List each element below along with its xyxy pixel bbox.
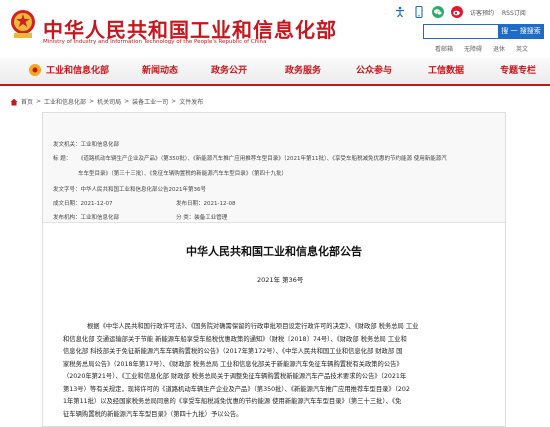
site-header: 中华人民共和国工业和信息化部 Ministry of Industry and … bbox=[0, 0, 550, 58]
nav-item-special-topics[interactable]: 专题专栏 bbox=[500, 58, 536, 84]
meta-author: 发布机构：工业和信息化部 bbox=[53, 213, 119, 221]
breadcrumb-documents[interactable]: 文件发布 bbox=[179, 97, 203, 106]
meta-issuer-value: 工业和信息化部 bbox=[80, 142, 120, 148]
meta-subject-label: 标 题： bbox=[53, 156, 72, 162]
visitor-booking-link[interactable]: 访客预约 bbox=[470, 8, 494, 17]
body-line: （2020年第21号）、《工业和信息化部 财政部 税务总局关于调整免征车辆购置税… bbox=[63, 373, 407, 380]
body-line: 征车辆购置税的新能源汽车车型目录》（第四十九批）予以公告。 bbox=[63, 410, 243, 418]
breadcrumb-ministry[interactable]: 工业和信息化部 bbox=[44, 97, 86, 106]
meta-issuer: 发文机关：工业和信息化部 bbox=[53, 140, 119, 148]
nav-item-data[interactable]: 工信数据 bbox=[428, 58, 464, 84]
meta-subject-cont: 车车型目录》（第三十三批）、《免征车辆购置税的新能源汽车车型目录》（第四十九批） bbox=[78, 171, 288, 177]
body-line: 信息化部 科技部关于免征新能源汽车车辆购置税的公告》（2017年第172号）、《… bbox=[63, 348, 403, 355]
rss-link[interactable]: RSS订阅 bbox=[502, 8, 526, 17]
document-body: 根据《中华人民共和国行政许可法》、《国务院对确需保留的行政审批项目设定行政许可的… bbox=[63, 321, 503, 421]
site-subtitle: Ministry of Industry and Information Tec… bbox=[43, 39, 267, 45]
nav-item-gov-services[interactable]: 政务服务 bbox=[285, 58, 321, 84]
quicklink-item[interactable]: 看邮箱 bbox=[435, 44, 453, 53]
nav-item-public-participation[interactable]: 公众参与 bbox=[356, 58, 392, 84]
quicklink-item[interactable]: 退休 bbox=[493, 44, 505, 53]
meta-pubdate-value: 2021-12-08 bbox=[203, 201, 236, 207]
body-line: 第13号）等有关规定，现将许可的《道路机动车辆生产企业及产品》（第350批）、《… bbox=[63, 385, 410, 393]
mobile-icon[interactable] bbox=[413, 6, 425, 18]
meta-docno-label: 发文字号： bbox=[53, 187, 81, 193]
meta-date-label: 成文日期： bbox=[53, 201, 81, 207]
nav-item-ministry[interactable]: 工业和信息化部 bbox=[46, 58, 109, 84]
national-emblem-icon[interactable] bbox=[8, 8, 38, 40]
accessibility-icon[interactable] bbox=[394, 6, 406, 18]
document-metadata: 发文机关：工业和信息化部 标 题： 《道路机动车辆生产企业及产品》（第350批）、… bbox=[43, 113, 505, 223]
meta-author-label: 发布机构： bbox=[53, 215, 81, 221]
wechat-icon[interactable] bbox=[432, 6, 444, 18]
breadcrumb-departments[interactable]: 机关司局 bbox=[97, 97, 121, 106]
quicklink-item[interactable]: 无障碍 bbox=[464, 44, 482, 53]
main-nav: 工业和信息化部 新闻动态 政务公开 政务服务 公众参与 工信数据 专题专栏 bbox=[0, 58, 550, 86]
meta-docno-value: 中华人民共和国工业和信息化部公告2021年第36号 bbox=[80, 187, 207, 193]
quicklinks: 看邮箱 无障碍 退休 英文 bbox=[435, 44, 539, 53]
breadcrumb-separator: > bbox=[171, 98, 177, 105]
meta-docno: 发文字号：中华人民共和国工业和信息化部公告2021年第36号 bbox=[53, 185, 206, 193]
nav-item-news[interactable]: 新闻动态 bbox=[142, 58, 178, 84]
weibo-icon[interactable] bbox=[451, 6, 463, 18]
body-line: 家税务总局公告》（2018年第17号）、《财政部 税务总局 工业和信息化部关于新… bbox=[63, 360, 403, 368]
meta-subject-line1: 《道路机动车辆生产企业及产品》（第350批）、《新能源汽车推广应用推荐车型目录》… bbox=[78, 156, 447, 162]
header-tools: 访客预约 RSS订阅 bbox=[394, 6, 534, 18]
meta-category-value: 装备工业管理 bbox=[194, 215, 228, 221]
meta-subject: 标 题： 《道路机动车辆生产企业及产品》（第350批）、《新能源汽车推广应用推荐车… bbox=[53, 154, 447, 162]
meta-author-value: 工业和信息化部 bbox=[80, 215, 120, 221]
nav-home-icon bbox=[29, 64, 41, 76]
breadcrumb: 首页 > 工业和信息化部 > 机关司局 > 装备工业一司 > 文件发布 bbox=[10, 97, 203, 106]
breadcrumb-separator: > bbox=[89, 98, 95, 105]
quicklink-item[interactable]: 英文 bbox=[516, 44, 528, 53]
body-line: 和信息化部 交通运输部关于节能 新能源车船享受车船税优惠政策的通知》（财税〔20… bbox=[63, 335, 407, 343]
meta-issuer-label: 发文机关： bbox=[53, 142, 81, 148]
search-button[interactable]: 搜 一 搜搜索 bbox=[498, 24, 544, 39]
breadcrumb-home[interactable]: 首页 bbox=[21, 97, 33, 106]
meta-pubdate-label: 发布日期： bbox=[176, 201, 204, 207]
home-icon bbox=[10, 98, 18, 105]
search-input[interactable]: 搜 一 搜搜索 bbox=[423, 24, 544, 39]
meta-date-value: 2021-12-07 bbox=[80, 201, 113, 207]
breadcrumb-separator: > bbox=[124, 98, 130, 105]
meta-category-label: 分 类： bbox=[176, 215, 195, 221]
breadcrumb-equipment-dept[interactable]: 装备工业一司 bbox=[132, 97, 168, 106]
body-line: 根据《中华人民共和国行政许可法》、《国务院对确需保留的行政审批项目设定行政许可的… bbox=[87, 323, 419, 330]
breadcrumb-separator: > bbox=[36, 98, 42, 105]
document-panel: 发文机关：工业和信息化部 标 题： 《道路机动车辆生产企业及产品》（第350批）、… bbox=[42, 112, 506, 427]
meta-category: 分 类：装备工业管理 bbox=[176, 213, 227, 221]
document-title: 中华人民共和国工业和信息化部公告 bbox=[186, 245, 362, 258]
document-number: 2021年 第36号 bbox=[257, 276, 304, 284]
meta-date: 成文日期：2021-12-07 bbox=[53, 199, 112, 207]
meta-pubdate: 发布日期：2021-12-08 bbox=[176, 199, 235, 207]
nav-item-gov-affairs[interactable]: 政务公开 bbox=[211, 58, 247, 84]
body-line: 1年第11批）以及经国家税务总局同意的《享受车船税减免优惠的节约能源 使用新能源… bbox=[63, 398, 402, 405]
